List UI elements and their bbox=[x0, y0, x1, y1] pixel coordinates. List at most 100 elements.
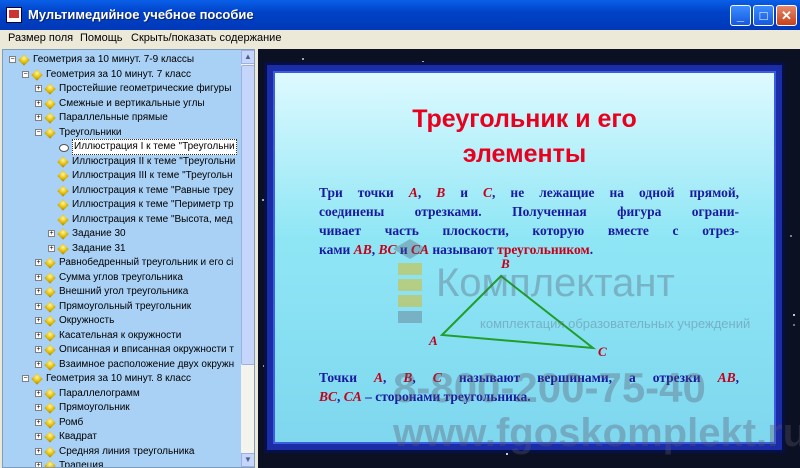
topic-bullet-icon bbox=[57, 213, 69, 226]
tree-item[interactable]: + Задание 30 bbox=[3, 227, 241, 241]
app-icon bbox=[6, 7, 22, 23]
topic-bullet-icon bbox=[44, 416, 56, 429]
title-bar[interactable]: Мультимедийное учебное пособие _ □ ✕ bbox=[0, 0, 800, 30]
tree-item[interactable]: + Окружность bbox=[3, 314, 241, 328]
contents-tree: − Геометрия за 10 минут. 7-9 классы − Геоме… bbox=[3, 50, 241, 468]
tree-item-label: Иллюстрация к теме "Периметр тр bbox=[72, 199, 234, 210]
topic-bullet-icon bbox=[44, 460, 56, 467]
tree-item[interactable]: + Взаимное расположение двух окружн bbox=[3, 358, 241, 372]
close-button[interactable]: ✕ bbox=[776, 5, 797, 26]
tree-item[interactable]: + Ромб bbox=[3, 416, 241, 430]
tree-item[interactable]: + Простейшие геометрические фигуры bbox=[3, 82, 241, 96]
tree-item[interactable]: + Трапеция bbox=[3, 459, 241, 468]
expand-icon[interactable]: + bbox=[35, 302, 42, 310]
tree-item[interactable]: + Равнобедренный треугольник и его сі bbox=[3, 256, 241, 270]
app-window: Мультимедийное учебное пособие _ □ ✕ Раз… bbox=[0, 0, 800, 468]
tree-item[interactable]: + Квадрат bbox=[3, 430, 241, 444]
expand-icon[interactable]: + bbox=[35, 462, 42, 467]
highlight-term: BC bbox=[319, 389, 338, 404]
collapse-icon[interactable]: − bbox=[9, 56, 16, 63]
tree-item[interactable]: + Параллельные прямые bbox=[3, 111, 241, 125]
tree-item[interactable]: + Прямоугольный треугольник bbox=[3, 300, 241, 314]
tree-item[interactable]: − Треугольники bbox=[3, 126, 241, 140]
tree-item[interactable]: + Задание 31 bbox=[3, 242, 241, 256]
star bbox=[790, 235, 793, 238]
collapse-icon[interactable]: − bbox=[22, 375, 29, 382]
scroll-up-button[interactable]: ▲ bbox=[241, 50, 254, 64]
tree-item[interactable]: Иллюстрация к теме "Равные треу bbox=[3, 184, 241, 198]
tree-item-label: Иллюстрация II к теме "Треугольни bbox=[72, 155, 236, 167]
maximize-button[interactable]: □ bbox=[753, 5, 774, 26]
tree-item-label: Прямоугольный треугольник bbox=[59, 300, 192, 312]
expand-icon[interactable]: + bbox=[35, 418, 42, 426]
expand-icon[interactable]: + bbox=[35, 447, 42, 455]
tree-item[interactable]: − Геометрия за 10 минут. 7 класс bbox=[3, 68, 241, 82]
topic-bullet-icon bbox=[44, 126, 56, 139]
tree-item[interactable]: − Геометрия за 10 минут. 7-9 классы bbox=[3, 53, 241, 67]
tree-item-label: Взаимное расположение двух окружн bbox=[59, 358, 235, 370]
tree-scrollbar[interactable]: ▲ ▼ bbox=[241, 50, 254, 467]
menu-bar: Размер поля Помощь Скрыть/показать содер… bbox=[0, 30, 800, 48]
tree-item[interactable]: Иллюстрация III к теме "Треугольн bbox=[3, 169, 241, 183]
topic-bullet-icon bbox=[57, 184, 69, 197]
tree-item[interactable]: + Сумма углов треугольника bbox=[3, 271, 241, 285]
expand-icon[interactable]: + bbox=[35, 99, 42, 107]
menu-help[interactable]: Помощь bbox=[80, 32, 123, 44]
collapse-icon[interactable]: − bbox=[22, 70, 29, 78]
tree-item[interactable]: + Касательная к окружности bbox=[3, 329, 241, 343]
collapse-icon[interactable]: − bbox=[35, 128, 42, 136]
tree-item[interactable]: + Смежные и вертикальные углы bbox=[3, 97, 241, 111]
topic-bullet-icon bbox=[44, 344, 56, 356]
expand-icon[interactable]: + bbox=[35, 433, 42, 440]
tree-item-label: Трапеция bbox=[59, 460, 104, 468]
topic-bullet-icon bbox=[57, 242, 69, 255]
tree-item[interactable]: + Описанная и вписанная окружности т bbox=[3, 343, 241, 357]
topic-bullet-icon bbox=[44, 83, 56, 95]
watermark-subtitle: комплектация образовательных учреждений bbox=[480, 316, 751, 331]
tree-item[interactable]: Иллюстрация I к теме "Треугольни bbox=[3, 139, 241, 155]
scroll-down-button[interactable]: ▼ bbox=[241, 453, 254, 467]
watermark-logo-icon bbox=[393, 239, 427, 323]
expand-icon[interactable]: + bbox=[48, 230, 55, 237]
menu-field-size[interactable]: Размер поля bbox=[8, 32, 73, 44]
tree-item-label: Иллюстрация к теме "Равные треу bbox=[72, 184, 234, 196]
tree-item[interactable]: Иллюстрация к теме "Высота, мед bbox=[3, 213, 241, 227]
tree-item[interactable]: + Внешний угол треугольника bbox=[3, 285, 241, 299]
slide-viewport: Треугольник и его элементы Три точки A, … bbox=[258, 49, 800, 468]
tree-item-label: Окружность bbox=[59, 315, 115, 326]
star bbox=[302, 57, 305, 60]
topic-bullet-icon bbox=[44, 315, 56, 327]
expand-icon[interactable]: + bbox=[35, 317, 42, 324]
topic-bullet-icon bbox=[31, 373, 43, 385]
expand-icon[interactable]: + bbox=[35, 259, 42, 266]
expand-icon[interactable]: + bbox=[35, 360, 42, 368]
expand-icon[interactable]: + bbox=[48, 244, 55, 252]
tree-item[interactable]: Иллюстрация II к теме "Треугольни bbox=[3, 155, 241, 169]
watermark-phone: 8-800-200-75-40 bbox=[393, 364, 706, 411]
expand-icon[interactable]: + bbox=[35, 389, 42, 397]
tree-item[interactable]: + Параллелограмм bbox=[3, 387, 241, 401]
vertex-label-a: A bbox=[429, 333, 438, 348]
scroll-thumb[interactable] bbox=[241, 65, 254, 365]
expand-icon[interactable]: + bbox=[35, 288, 42, 295]
text-run: , bbox=[337, 389, 344, 404]
expand-icon[interactable]: + bbox=[35, 273, 42, 281]
tree-item[interactable]: + Прямоугольник bbox=[3, 401, 241, 415]
minimize-button[interactable]: _ bbox=[730, 5, 751, 26]
menu-toggle-contents[interactable]: Скрыть/показать содержание bbox=[131, 32, 281, 44]
expand-icon[interactable]: + bbox=[35, 114, 42, 121]
topic-bullet-icon bbox=[44, 286, 56, 298]
tree-item[interactable]: + Средняя линия треугольника bbox=[3, 445, 241, 459]
expand-icon[interactable]: + bbox=[35, 346, 42, 353]
topic-bullet-icon bbox=[31, 68, 43, 81]
window-title: Мультимедийное учебное пособие bbox=[28, 7, 254, 22]
expand-icon[interactable]: + bbox=[35, 331, 42, 339]
topic-bullet-icon bbox=[44, 445, 56, 458]
expand-icon[interactable]: + bbox=[35, 85, 42, 92]
tree-item-label: Внешний угол треугольника bbox=[59, 286, 189, 297]
star bbox=[262, 365, 265, 368]
expand-icon[interactable]: + bbox=[35, 404, 42, 411]
tree-item-label: Прямоугольник bbox=[59, 402, 130, 413]
tree-item[interactable]: − Геометрия за 10 минут. 8 класс bbox=[3, 372, 241, 386]
tree-item[interactable]: Иллюстрация к теме "Периметр тр bbox=[3, 198, 241, 212]
